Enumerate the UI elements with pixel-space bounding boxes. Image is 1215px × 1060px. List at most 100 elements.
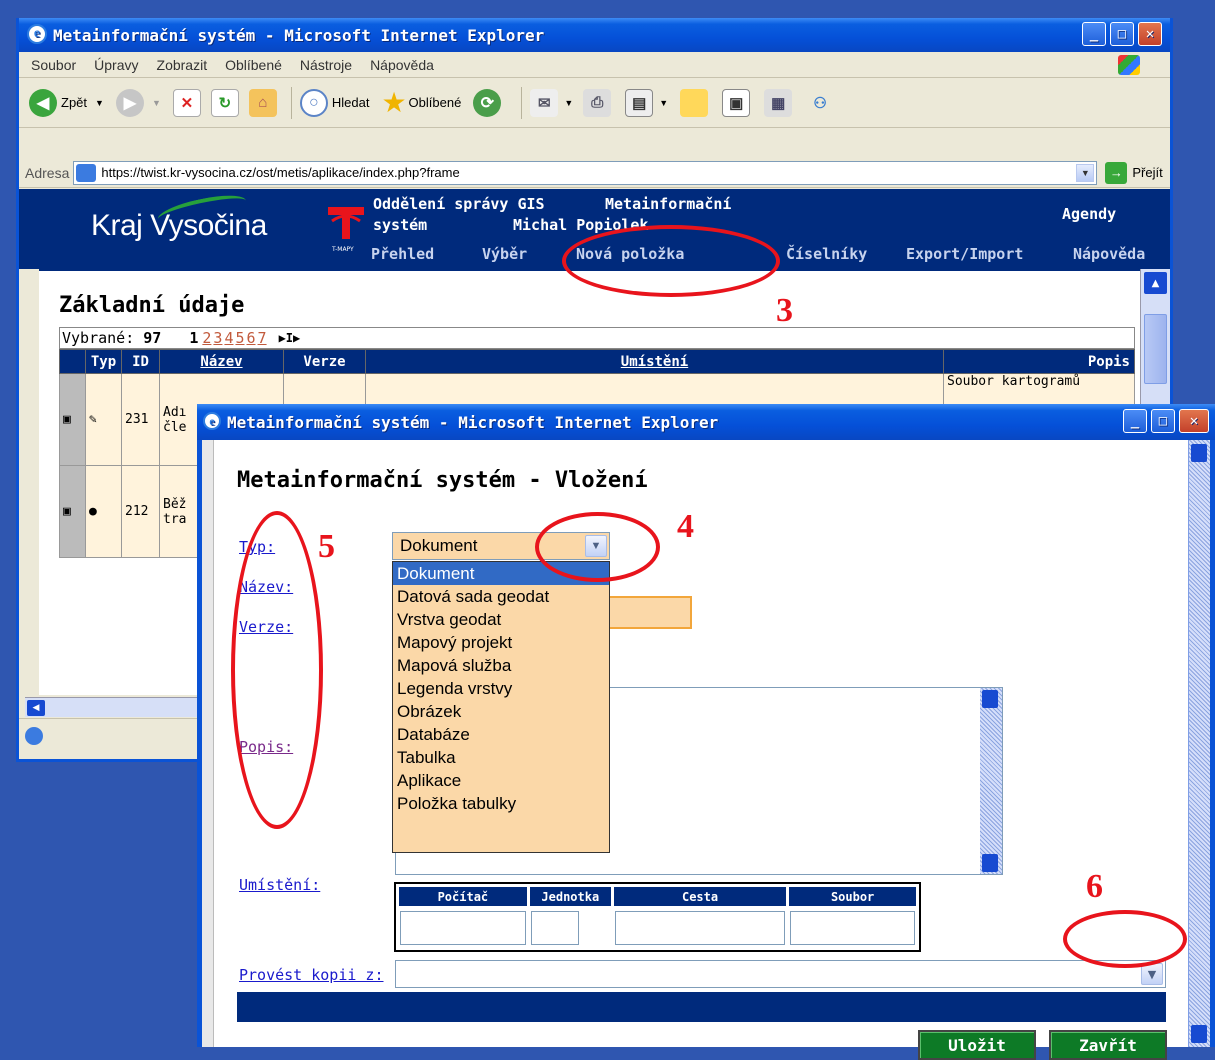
menu-view[interactable]: Zobrazit xyxy=(157,57,208,73)
maximize-button[interactable]: □ xyxy=(1151,409,1175,433)
nav-agendy[interactable]: Agendy xyxy=(1062,205,1116,223)
chevron-down-icon[interactable]: ▼ xyxy=(95,98,104,108)
dropdown-option[interactable]: Datová sada geodat xyxy=(393,585,609,608)
page-icon xyxy=(76,163,97,182)
windows-logo-icon xyxy=(1118,55,1140,75)
search-button[interactable]: ○ Hledat xyxy=(299,88,369,117)
label-kopie[interactable]: Provést kopii z: xyxy=(239,966,384,984)
pager-link[interactable]: 7 xyxy=(258,329,267,347)
scroll-up-icon[interactable] xyxy=(1191,444,1207,462)
nav-prehled[interactable]: Přehled xyxy=(371,245,434,263)
menu-bar: Soubor Úpravy Zobrazit Oblíbené Nástroje… xyxy=(19,52,1170,78)
popis-scrollbar[interactable] xyxy=(980,688,1002,874)
ie-icon: e xyxy=(203,412,221,430)
chevron-down-icon[interactable]: ▼ xyxy=(659,98,668,108)
dropdown-option[interactable]: Databáze xyxy=(393,723,609,746)
close-button[interactable]: ✕ xyxy=(1138,22,1162,46)
column-header: ID xyxy=(121,349,160,374)
scroll-up-icon[interactable]: ▲ xyxy=(1144,272,1167,294)
edit-icon[interactable]: ▤ xyxy=(625,88,654,117)
dropdown-option[interactable]: Mapový projekt xyxy=(393,631,609,654)
mail-icon[interactable]: ✉ xyxy=(530,88,559,117)
forward-button[interactable]: ▶ ▼ xyxy=(115,88,161,117)
dialog-window-title: Metainformační systém - Microsoft Intern… xyxy=(227,412,719,432)
stop-icon[interactable]: ✕ xyxy=(172,88,201,117)
pager-link[interactable]: 5 xyxy=(235,329,244,347)
close-button[interactable]: ✕ xyxy=(1179,409,1209,433)
pager-link[interactable]: 3 xyxy=(213,329,222,347)
main-horizontal-scrollbar[interactable]: ◀ xyxy=(25,697,201,717)
address-input[interactable]: https://twist.kr-vysocina.cz/ost/metis/a… xyxy=(73,160,1098,185)
pager-current: 1 xyxy=(189,329,199,347)
cesta-input[interactable] xyxy=(614,911,786,945)
dropdown-option[interactable]: Obrázek xyxy=(393,700,609,723)
column-header xyxy=(59,349,86,374)
dialog-separator-bar xyxy=(237,992,1166,1022)
research-icon[interactable]: ▦ xyxy=(764,88,793,117)
brand-logo[interactable]: Kraj Vysočina xyxy=(91,209,267,243)
system-line1: Metainformační xyxy=(605,195,732,213)
nav-ciselniky[interactable]: Číselníky xyxy=(786,245,867,263)
expand-icon[interactable]: ▣ xyxy=(59,373,86,466)
dialog-titlebar[interactable]: e Metainformační systém - Microsoft Inte… xyxy=(197,404,1215,440)
history-icon[interactable]: ⟳ xyxy=(473,88,502,117)
back-button[interactable]: ◀ Zpět ▼ xyxy=(29,88,104,117)
annotation-number-6: 6 xyxy=(1086,868,1103,905)
nav-napoveda[interactable]: Nápověda xyxy=(1073,245,1145,263)
favorites-button[interactable]: ★ Oblíbené xyxy=(381,86,461,119)
users-icon[interactable]: ⚇ xyxy=(806,89,834,117)
minimize-button[interactable]: _ xyxy=(1123,409,1147,433)
pager-link[interactable]: 6 xyxy=(247,329,256,347)
menu-tools[interactable]: Nástroje xyxy=(300,57,352,73)
nav-vyber[interactable]: Výběr xyxy=(482,245,527,263)
annotation-number-4: 4 xyxy=(677,508,694,545)
close-dialog-button[interactable]: Zavřít xyxy=(1049,1030,1167,1060)
messenger-icon[interactable]: ▣ xyxy=(722,88,751,117)
soubor-input[interactable] xyxy=(790,911,915,945)
jednotka-input[interactable] xyxy=(530,911,579,945)
chevron-down-icon[interactable]: ▼ xyxy=(564,98,573,108)
expand-icon[interactable]: ▣ xyxy=(59,465,86,558)
maximize-button[interactable]: □ xyxy=(1110,22,1134,46)
menu-help[interactable]: Nápověda xyxy=(370,57,434,73)
main-window-titlebar[interactable]: e Metainformační systém - Microsoft Inte… xyxy=(19,18,1170,52)
back-label: Zpět xyxy=(61,95,88,110)
print-icon[interactable]: ⎙ xyxy=(583,88,612,117)
go-button[interactable]: → Přejít xyxy=(1105,161,1163,184)
annotation-number-5: 5 xyxy=(318,528,335,565)
dropdown-option[interactable]: Vrstva geodat xyxy=(393,608,609,631)
menu-edit[interactable]: Úpravy xyxy=(94,57,138,73)
row-id: 212 xyxy=(121,465,160,558)
pager-link[interactable]: 2 xyxy=(202,329,211,347)
label-umisteni[interactable]: Umístění: xyxy=(239,876,320,894)
note-icon[interactable] xyxy=(680,88,709,117)
column-header[interactable]: Umístění xyxy=(365,349,944,374)
scroll-left-icon[interactable]: ◀ xyxy=(27,700,45,716)
nav-export-import[interactable]: Export/Import xyxy=(906,245,1023,263)
menu-favorites[interactable]: Oblíbené xyxy=(225,57,282,73)
refresh-icon[interactable]: ↻ xyxy=(210,88,239,117)
nazev-input[interactable] xyxy=(607,596,692,629)
column-header[interactable]: Název xyxy=(159,349,284,374)
type-pen-icon: ✎ xyxy=(85,373,122,466)
dropdown-option[interactable]: Legenda vrstvy xyxy=(393,677,609,700)
chevron-down-icon[interactable]: ▼ xyxy=(152,98,161,108)
scroll-down-icon[interactable] xyxy=(1191,1025,1207,1043)
chevron-down-icon[interactable]: ▼ xyxy=(1076,163,1095,182)
copy-from-select[interactable]: ▼ xyxy=(395,960,1166,988)
dialog-vertical-scrollbar[interactable] xyxy=(1188,440,1210,1047)
pager-link[interactable]: 4 xyxy=(224,329,233,347)
pocitac-input[interactable] xyxy=(400,911,526,945)
home-icon[interactable]: ⌂ xyxy=(248,88,277,117)
dropdown-option[interactable]: Aplikace xyxy=(393,769,609,792)
save-button[interactable]: Uložit xyxy=(918,1030,1036,1060)
scroll-down-icon[interactable] xyxy=(982,854,998,872)
menu-file[interactable]: Soubor xyxy=(31,57,76,73)
minimize-button[interactable]: _ xyxy=(1082,22,1106,46)
dropdown-option[interactable]: Položka tabulky xyxy=(393,792,609,815)
dropdown-option[interactable]: Mapová služba xyxy=(393,654,609,677)
scroll-thumb[interactable] xyxy=(1144,314,1167,384)
pager-next-icon[interactable]: ▶I▶ xyxy=(279,331,301,345)
scroll-up-icon[interactable] xyxy=(982,690,998,708)
dropdown-option[interactable]: Tabulka xyxy=(393,746,609,769)
